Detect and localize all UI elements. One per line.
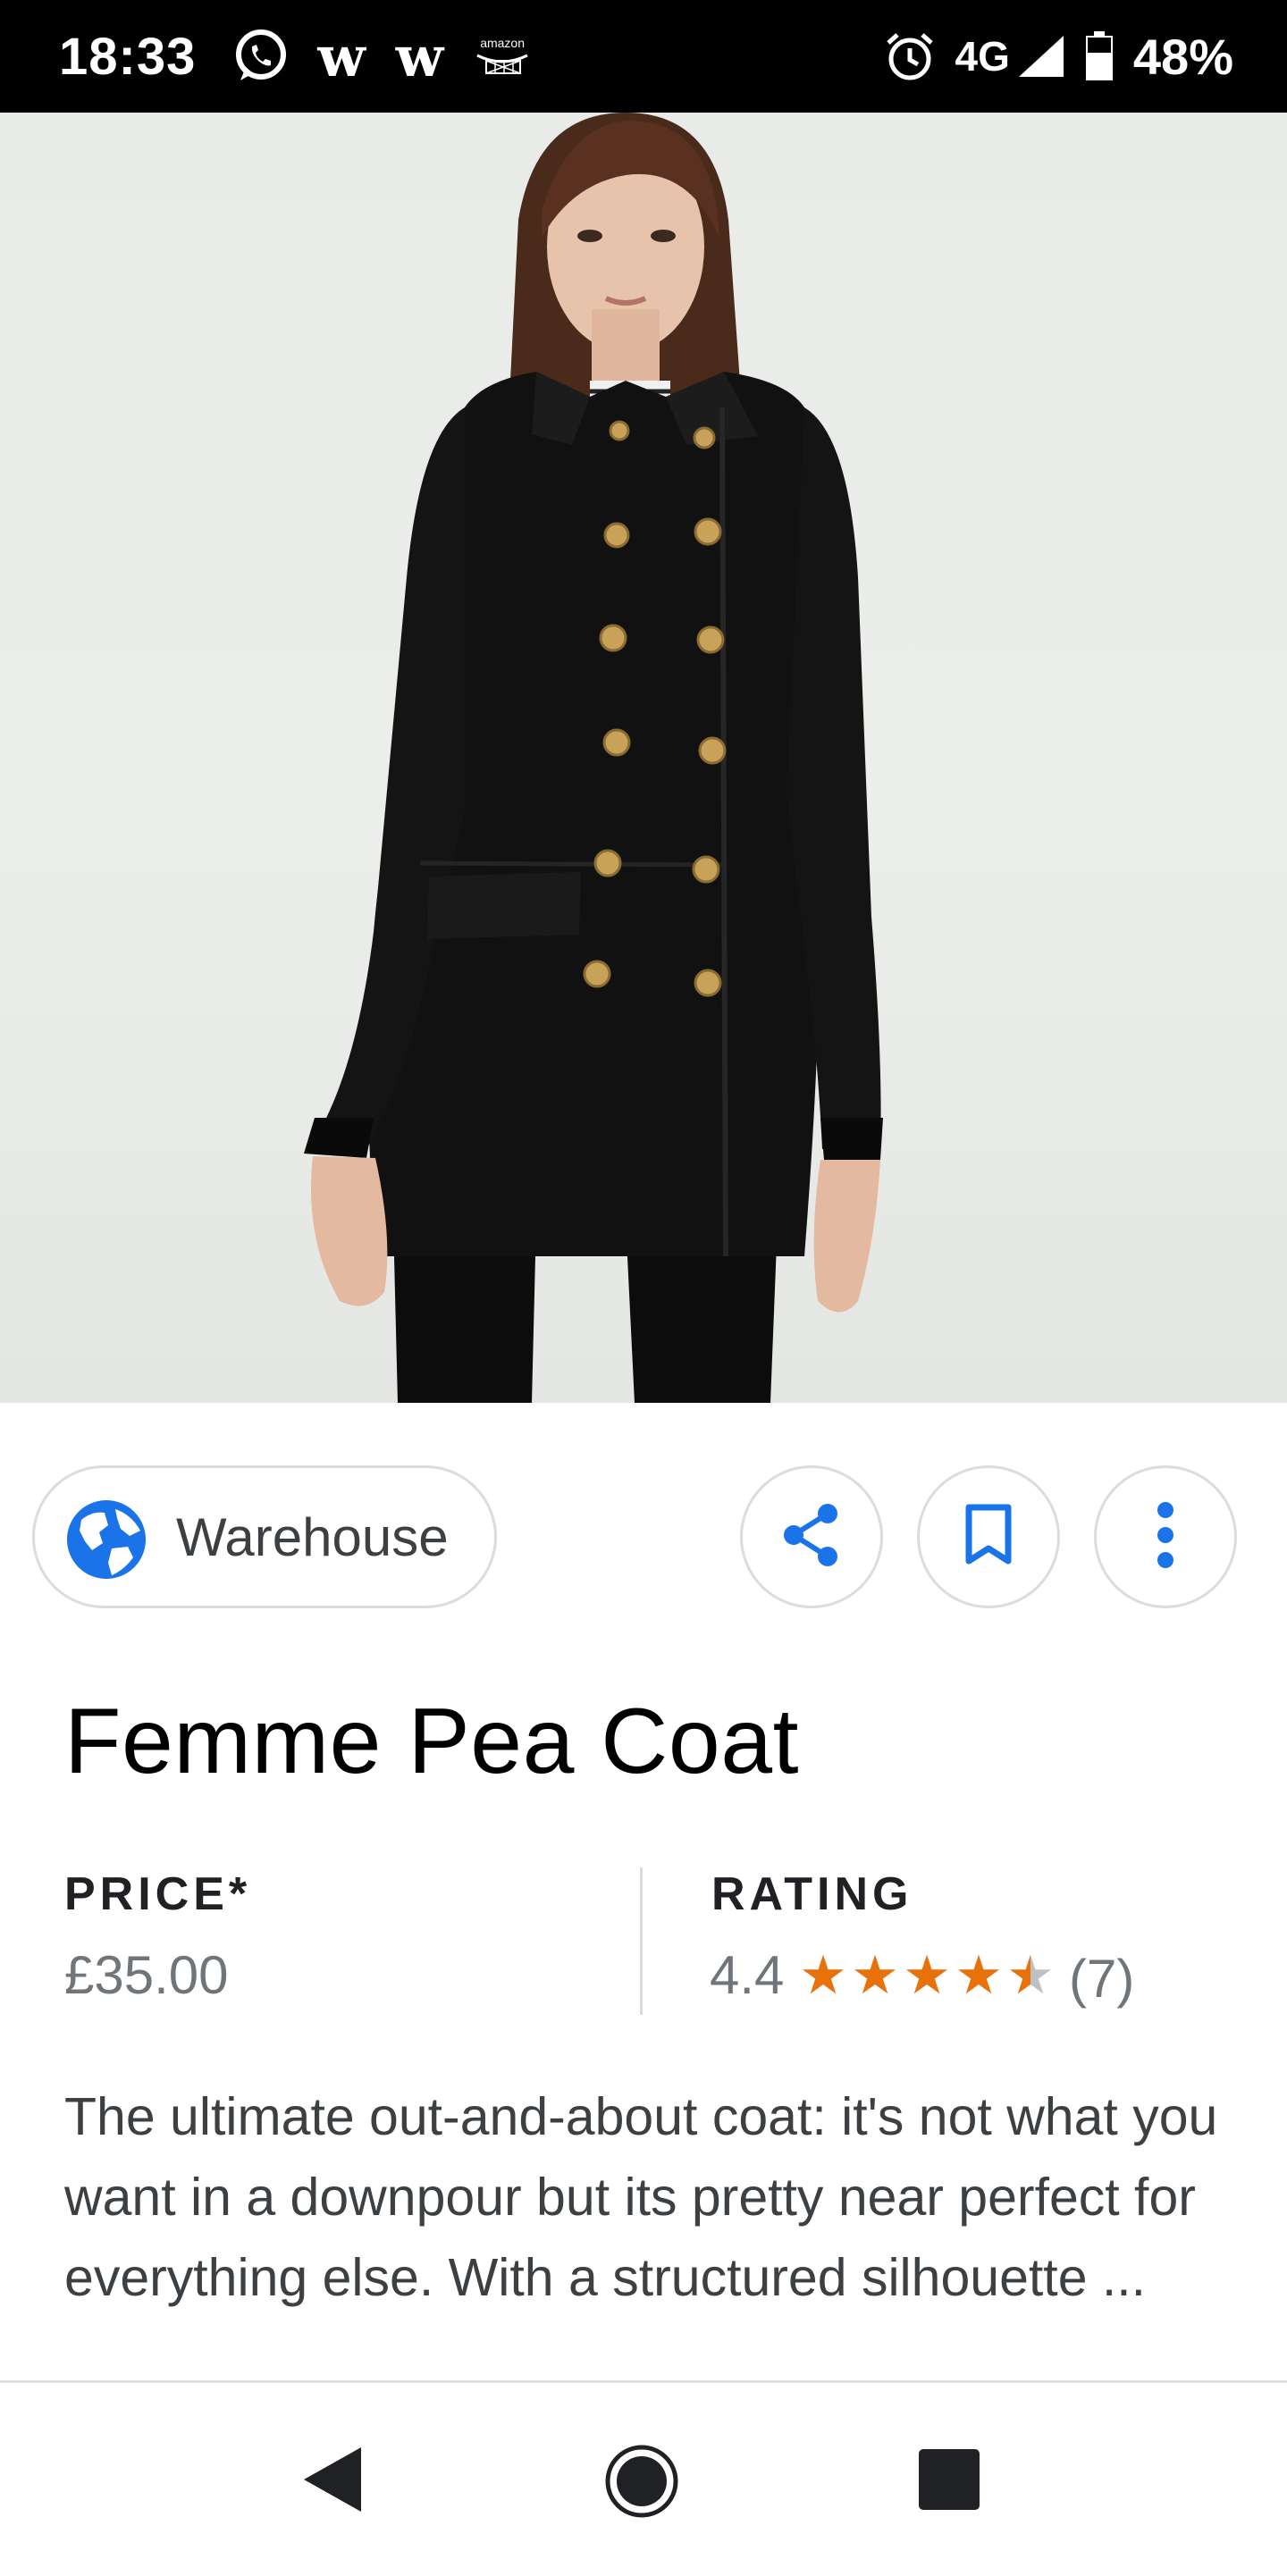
home-icon[interactable] (604, 2444, 679, 2523)
amazon-text: amazon (480, 36, 525, 50)
share-icon (778, 1501, 845, 1573)
back-icon[interactable] (300, 2446, 363, 2518)
amazon-icon: amazon (474, 36, 531, 77)
status-time: 18:33 (59, 27, 197, 86)
w-app-icon: w (395, 23, 444, 89)
source-chip[interactable]: Warehouse (32, 1465, 497, 1608)
w-app-icon: w (317, 23, 366, 89)
source-label: Warehouse (176, 1506, 449, 1567)
rating-label: RATING (711, 1868, 913, 1920)
alarm-icon (884, 30, 936, 82)
bookmark-icon (962, 1504, 1015, 1571)
rating-count: (7) (1069, 1949, 1135, 2009)
price-rating-section: PRICE* £35.00 RATING 4.4 ★ ★ ★ ★ ★ (7) (0, 1867, 1287, 2019)
divider (640, 1867, 643, 2015)
status-bar: 18:33 w w amazon 4G 48% (0, 0, 1287, 113)
product-image[interactable] (0, 113, 1287, 1403)
battery-percent: 48% (1132, 28, 1233, 85)
share-button[interactable] (740, 1465, 883, 1608)
whatsapp-icon (231, 27, 290, 86)
rating-value: 4.4 (710, 1945, 785, 2005)
action-row: Warehouse (0, 1465, 1287, 1614)
navigation-bar (0, 2380, 1287, 2576)
bookmark-button[interactable] (917, 1465, 1060, 1608)
star-icon: ★ (851, 1944, 899, 2007)
product-description: The ultimate out-and-about coat: it's no… (64, 2087, 1218, 2307)
star-icon: ★ (799, 1944, 847, 2007)
recents-icon[interactable] (917, 2447, 981, 2516)
price-value: £35.00 (64, 1945, 229, 2005)
product-title: Femme Pea Coat (64, 1690, 799, 1793)
more-vert-icon (1155, 1499, 1176, 1575)
signal-icon (1017, 34, 1065, 79)
globe-icon (65, 1498, 147, 1585)
half-star-icon: ★ (1005, 1944, 1056, 2007)
price-label: PRICE* (64, 1868, 252, 1920)
network-type: 4G (955, 33, 1010, 80)
more-options-button[interactable] (1094, 1465, 1237, 1608)
star-icon: ★ (903, 1944, 951, 2007)
battery-icon (1085, 31, 1114, 81)
rating-stars: ★ ★ ★ ★ ★ (797, 1944, 1056, 2007)
star-icon: ★ (955, 1944, 1003, 2007)
